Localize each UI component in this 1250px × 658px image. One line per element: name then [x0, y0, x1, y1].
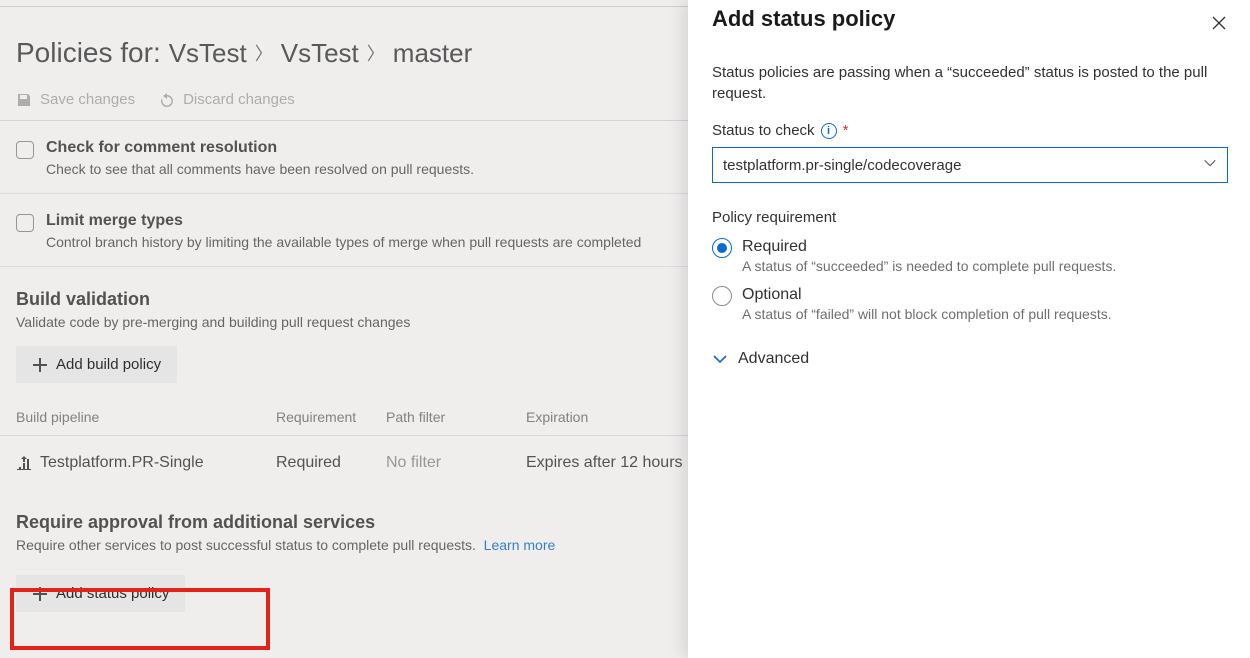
required-asterisk: *: [843, 122, 849, 139]
status-to-check-label: Status to check i *: [712, 122, 1228, 139]
radio-required[interactable]: Required A status of “succeeded” is need…: [712, 238, 1228, 274]
radio-required-title: Required: [742, 238, 1116, 256]
radio-optional[interactable]: Optional A status of “failed” will not b…: [712, 286, 1228, 322]
chevron-down-icon: [712, 351, 728, 367]
status-select-value: testplatform.pr-single/codecoverage: [723, 157, 961, 174]
chevron-down-icon: [1203, 156, 1217, 174]
panel-title: Add status policy: [712, 6, 1228, 32]
radio-button-icon: [712, 286, 732, 306]
radio-button-icon: [712, 238, 732, 258]
policy-requirement-label: Policy requirement: [712, 209, 1228, 226]
info-icon[interactable]: i: [821, 123, 837, 139]
radio-required-desc: A status of “succeeded” is needed to com…: [742, 258, 1116, 274]
status-label-text: Status to check: [712, 122, 815, 139]
add-status-policy-panel: Add status policy Status policies are pa…: [688, 0, 1250, 658]
advanced-label: Advanced: [738, 350, 809, 368]
panel-intro: Status policies are passing when a “succ…: [712, 62, 1228, 104]
close-button[interactable]: [1206, 10, 1232, 36]
advanced-toggle[interactable]: Advanced: [712, 350, 1228, 368]
policy-requirement-group: Policy requirement Required A status of …: [712, 209, 1228, 322]
status-to-check-select[interactable]: testplatform.pr-single/codecoverage: [712, 147, 1228, 183]
radio-optional-desc: A status of “failed” will not block comp…: [742, 306, 1112, 322]
radio-optional-title: Optional: [742, 286, 1112, 304]
close-icon: [1211, 15, 1227, 31]
